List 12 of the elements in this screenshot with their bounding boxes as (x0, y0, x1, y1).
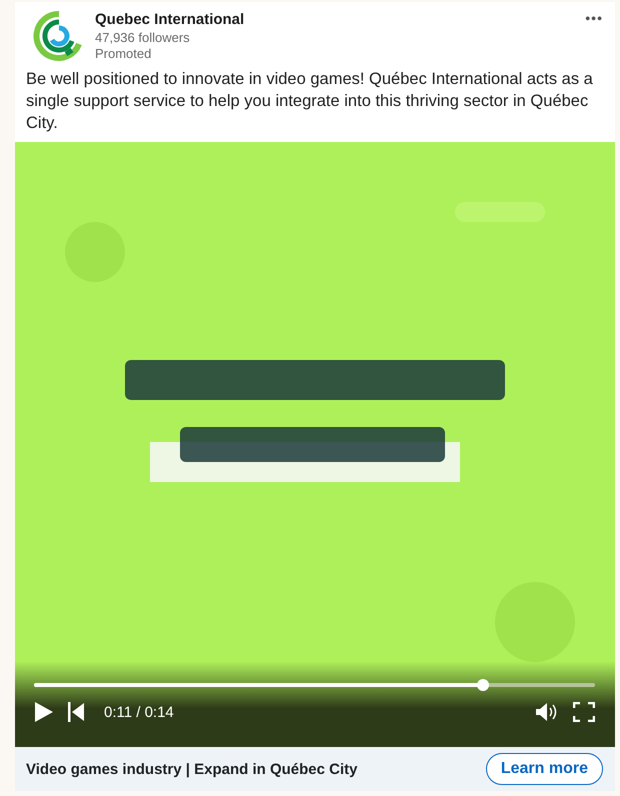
skip-back-button[interactable] (68, 701, 84, 723)
learn-more-button[interactable]: Learn more (486, 753, 603, 785)
author-name[interactable]: Quebec International (95, 10, 244, 30)
promoted-label: Promoted (95, 46, 152, 62)
video-time: 0:11 / 0:14 (104, 704, 175, 720)
more-menu-button[interactable]: ••• (583, 8, 605, 28)
ad-headline[interactable]: Video games industry | Expand in Québec City (26, 760, 358, 778)
post-text: Be well positioned to innovate in video games! Québec International acts as a single support service to help you integrate into this thriving sector in Québec City. (26, 69, 594, 134)
follower-count: 47,936 followers (95, 30, 191, 46)
fullscreen-button[interactable] (573, 702, 595, 722)
play-button[interactable] (34, 701, 54, 723)
volume-button[interactable] (535, 702, 559, 722)
